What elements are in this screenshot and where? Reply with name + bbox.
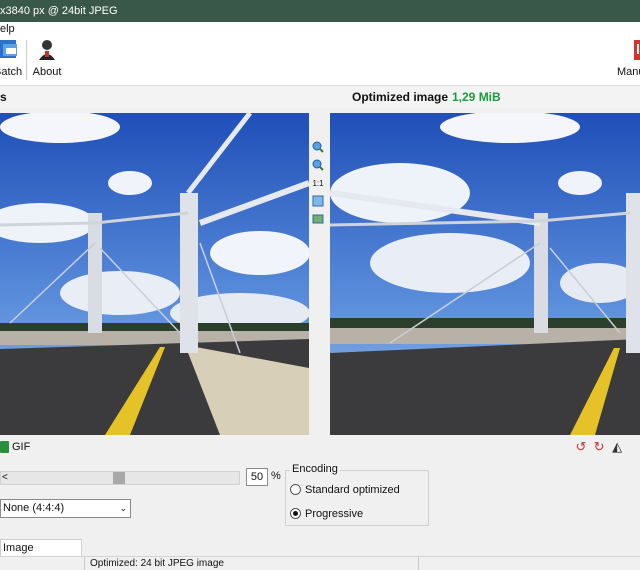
bridge-photo-original [0, 113, 309, 435]
manual-icon [634, 40, 640, 60]
radio-progressive-dot [290, 508, 301, 519]
optimized-image-view[interactable] [330, 113, 640, 435]
toolbar-separator [26, 40, 27, 80]
gif-format-icon [0, 441, 9, 453]
menu-bar: elp [0, 22, 640, 36]
encoding-legend: Encoding [290, 463, 340, 475]
original-image-view[interactable] [0, 113, 309, 435]
chevron-down-icon: ⌄ [119, 503, 127, 513]
zoom-out-icon[interactable] [311, 158, 325, 172]
settings-panel: < 50 % None (4:4:4) ⌄ Encoding Standard … [0, 457, 640, 539]
tab-strip: Image adjustments [0, 539, 640, 570]
gif-format-tab[interactable]: GIF [12, 441, 30, 453]
batch-label: Batch [0, 66, 23, 78]
encoding-group: Encoding Standard optimized Progressive [285, 463, 430, 526]
transform-tools: ↺ ↻ ◭ ◮ [574, 439, 640, 470]
encoding-standard-label: Standard optimized [305, 484, 400, 496]
split-view-icon[interactable] [311, 212, 325, 226]
batch-button[interactable]: Batch [0, 38, 22, 82]
status-separator-2 [418, 557, 419, 570]
encoding-progressive-radio[interactable]: Progressive [290, 507, 430, 521]
window-title: x3840 px @ 24bit JPEG [0, 5, 118, 17]
encoding-progressive-label: Progressive [305, 508, 364, 520]
quality-slider-thumb[interactable] [113, 472, 125, 484]
status-message: Optimized: 24 bit JPEG image [90, 558, 224, 569]
zoom-in-icon[interactable] [311, 140, 325, 154]
slider-left-arrow[interactable]: < [2, 471, 8, 485]
radio-standard-dot [290, 484, 301, 495]
original-image-title: s [0, 90, 7, 104]
fit-window-icon[interactable] [311, 194, 325, 208]
manual-label: Manu [617, 66, 640, 78]
about-label: About [32, 66, 62, 78]
encoding-standard-radio[interactable]: Standard optimized [290, 483, 430, 497]
batch-icon [0, 40, 17, 58]
bridge-photo-optimized [330, 113, 640, 435]
rotate-left-icon[interactable]: ↺ [574, 439, 588, 455]
tab-image-adjustments[interactable]: Image adjustments [0, 539, 82, 570]
status-separator [84, 557, 85, 570]
window-title-bar: x3840 px @ 24bit JPEG [0, 0, 640, 22]
optimized-image-size: 1,29 MiB [452, 90, 501, 104]
format-strip: GIF ↺ ↻ ◭ ◮ [0, 439, 640, 470]
chroma-subsampling-select[interactable]: None (4:4:4) ⌄ [0, 499, 131, 518]
about-button[interactable]: About [32, 38, 62, 82]
optimized-image-title: Optimized image [352, 90, 449, 104]
zoom-toolbar: 1:1 [311, 140, 327, 230]
toolbar: Batch About Manu [0, 36, 640, 86]
zoom-actual-size-button[interactable]: 1:1 [311, 176, 325, 190]
chroma-subsampling-value: None (4:4:4) [3, 502, 65, 514]
quality-input[interactable]: 50 [246, 468, 268, 486]
image-header: s Optimized image 1,29 MiB [0, 86, 640, 108]
quality-unit: % [271, 470, 281, 482]
flip-horizontal-icon[interactable]: ◭ [610, 439, 624, 455]
menu-item-help[interactable]: elp [0, 22, 15, 36]
rotate-right-icon[interactable]: ↻ [592, 439, 606, 455]
manual-button[interactable]: Manu [614, 38, 640, 82]
status-bar: Optimized: 24 bit JPEG image [0, 556, 640, 570]
user-icon [39, 40, 55, 60]
